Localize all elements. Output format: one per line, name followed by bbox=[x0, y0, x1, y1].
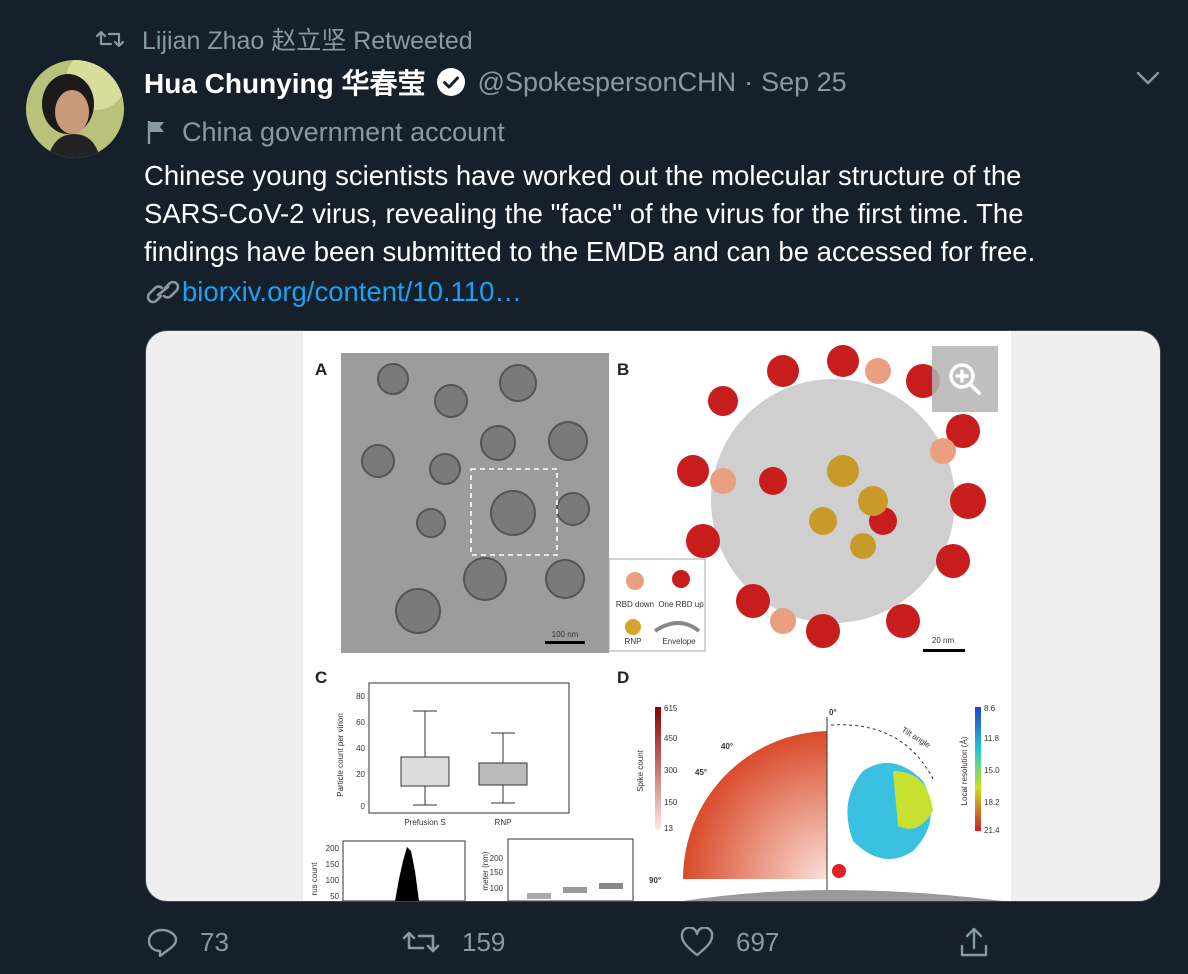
link-text[interactable]: biorxiv.org/content/10.110… bbox=[182, 276, 522, 308]
panel-a-label: A bbox=[315, 360, 327, 379]
legend-envelope: Envelope bbox=[662, 637, 696, 646]
tweet-text: Chinese young scientists have worked out… bbox=[144, 157, 1164, 271]
boxplot-x1: Prefusion S bbox=[404, 818, 445, 827]
separator: · bbox=[744, 66, 754, 97]
zoom-button[interactable] bbox=[932, 346, 998, 412]
retweet-icon bbox=[96, 30, 124, 48]
tweet-line: Chinese young scientists have worked out… bbox=[144, 160, 1022, 191]
tweet-header: Hua Chunying 华春莹 @SpokespersonCHN · Sep … bbox=[144, 62, 847, 102]
svg-text:200: 200 bbox=[490, 854, 504, 863]
svg-text:0: 0 bbox=[361, 802, 366, 811]
retweet-context: Lijian Zhao 赵立坚 Retweeted bbox=[96, 22, 473, 56]
svg-text:100: 100 bbox=[326, 876, 340, 885]
boxplot-y-ticks: 80 60 40 20 0 bbox=[356, 692, 365, 811]
tweet-line: findings have been submitted to the EMDB… bbox=[144, 236, 1036, 267]
svg-text:150: 150 bbox=[326, 860, 340, 869]
spike-count-label: Spike count bbox=[636, 749, 645, 792]
svg-text:15.0: 15.0 bbox=[984, 766, 1000, 775]
svg-text:20: 20 bbox=[356, 770, 365, 779]
verified-badge-icon bbox=[436, 68, 465, 96]
reply-button[interactable]: 73 bbox=[146, 920, 229, 964]
retweet-count: 159 bbox=[462, 926, 506, 957]
legend-rnp: RNP bbox=[625, 637, 642, 646]
svg-text:60: 60 bbox=[356, 718, 365, 727]
like-button[interactable]: 697 bbox=[680, 920, 779, 964]
avatar[interactable] bbox=[26, 60, 124, 158]
author-name[interactable]: Hua Chunying 华春莹 bbox=[144, 62, 426, 102]
svg-text:150: 150 bbox=[490, 868, 504, 877]
retweet-action-icon bbox=[402, 931, 440, 953]
diam-ylabel: meter (nm) bbox=[481, 851, 490, 890]
svg-text:40: 40 bbox=[356, 744, 365, 753]
heart-icon bbox=[680, 927, 714, 957]
chevron-down-icon[interactable] bbox=[1134, 64, 1162, 92]
zoom-in-icon bbox=[949, 363, 981, 395]
scale-bar-b: 20 nm bbox=[932, 636, 955, 645]
angle-90: 90° bbox=[649, 876, 661, 885]
like-count: 697 bbox=[736, 926, 780, 957]
link-icon bbox=[146, 280, 180, 304]
tweet-actions: 73 159 697 bbox=[0, 920, 1188, 964]
svg-text:80: 80 bbox=[356, 692, 365, 701]
boxplot-x2: RNP bbox=[495, 818, 512, 827]
tweet-link[interactable]: biorxiv.org/content/10.110… bbox=[144, 272, 522, 312]
svg-text:8.6: 8.6 bbox=[984, 704, 996, 713]
government-label: China government account bbox=[146, 112, 505, 152]
angle-40: 40° bbox=[721, 742, 733, 751]
panel-c-label: C bbox=[315, 668, 327, 687]
svg-text:11.8: 11.8 bbox=[984, 734, 1000, 743]
svg-text:13: 13 bbox=[664, 824, 673, 833]
svg-text:300: 300 bbox=[664, 766, 678, 775]
svg-text:150: 150 bbox=[664, 798, 678, 807]
tweet-line: SARS-CoV-2 virus, revealing the "face" o… bbox=[144, 198, 1024, 229]
spike-count-scale bbox=[655, 707, 661, 829]
scale-bar-a: 100 nm bbox=[552, 630, 579, 639]
angle-45: 45° bbox=[695, 768, 707, 777]
flag-icon bbox=[147, 121, 164, 144]
author-handle[interactable]: @SpokespersonCHN bbox=[478, 67, 737, 98]
tilt-angle-label: Tilt angle bbox=[900, 725, 933, 750]
svg-text:615: 615 bbox=[664, 704, 678, 713]
tilt-angle-fan bbox=[683, 731, 827, 879]
tweet-date[interactable]: Sep 25 bbox=[761, 67, 847, 98]
tweet-media[interactable]: A 100 nm B RBD down One RBD up RNP Envel… bbox=[145, 330, 1161, 902]
svg-text:18.2: 18.2 bbox=[984, 798, 1000, 807]
box-rnp bbox=[478, 762, 528, 786]
svg-text:21.4: 21.4 bbox=[984, 826, 1000, 835]
reply-icon bbox=[147, 928, 178, 957]
boxplot-ylabel: Particle count per virion bbox=[336, 713, 345, 797]
angle-0: 0° bbox=[829, 708, 837, 717]
reply-count: 73 bbox=[200, 926, 229, 957]
share-button[interactable] bbox=[958, 920, 1012, 964]
legend-rbd-down: RBD down bbox=[616, 600, 654, 609]
svg-text:50: 50 bbox=[330, 892, 339, 901]
histogram bbox=[395, 847, 419, 901]
paper-figure: A 100 nm B RBD down One RBD up RNP Envel… bbox=[303, 331, 1011, 901]
retweet-text[interactable]: Lijian Zhao 赵立坚 Retweeted bbox=[142, 21, 473, 57]
resolution-label: Local resolution (Å) bbox=[960, 736, 969, 805]
svg-text:450: 450 bbox=[664, 734, 678, 743]
share-icon bbox=[960, 927, 988, 957]
panel-d-label: D bbox=[617, 668, 629, 687]
hist-ylabel: rus count bbox=[310, 862, 319, 896]
retweet-button[interactable]: 159 bbox=[402, 920, 505, 964]
panel-b-label: B bbox=[617, 360, 629, 379]
legend-one-rbd-up: One RBD up bbox=[658, 600, 704, 609]
box-prefusion bbox=[400, 756, 450, 787]
svg-text:100: 100 bbox=[490, 884, 504, 893]
resolution-scale bbox=[975, 707, 981, 831]
svg-text:200: 200 bbox=[326, 844, 340, 853]
government-label-text[interactable]: China government account bbox=[182, 117, 505, 148]
